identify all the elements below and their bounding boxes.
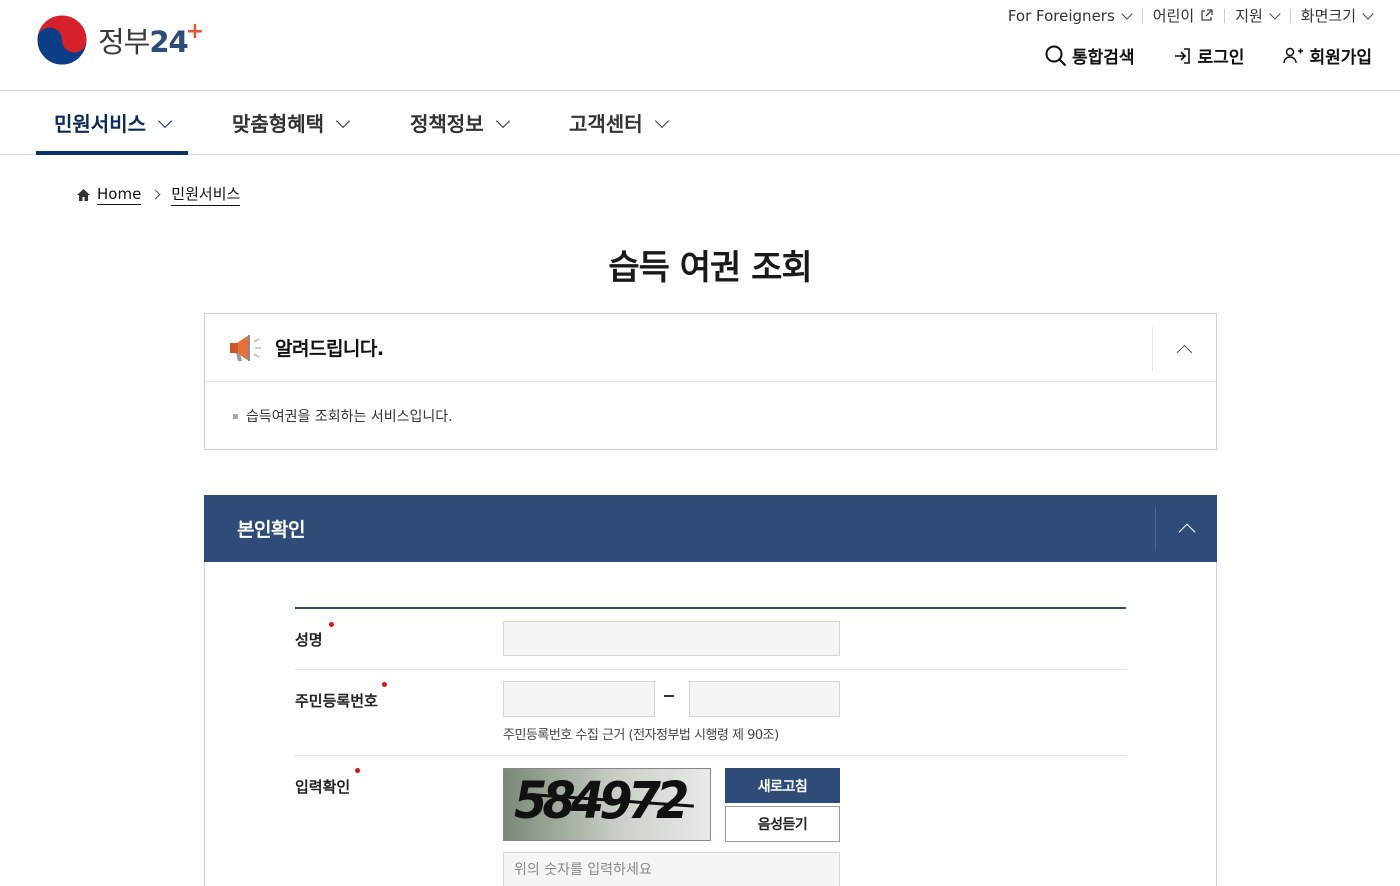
identity-collapse-button[interactable] <box>1155 507 1217 551</box>
identity-form: 성명 주민등록번호 주민등록번호 수집 근거 (전자정부법 시행령 제 90조)… <box>295 607 1126 886</box>
form-row-name: 성명 <box>295 609 1126 670</box>
chevron-down-icon <box>157 113 173 128</box>
logo-text: 정부24+ <box>98 19 204 59</box>
captcha-voice-button[interactable]: 음성듣기 <box>725 806 840 842</box>
login-label: 로그인 <box>1197 48 1245 68</box>
identity-title: 본인확인 <box>237 519 305 541</box>
utility-for-foreigners[interactable]: For Foreigners <box>997 7 1142 25</box>
integrated-search-button[interactable]: 통합검색 <box>1045 43 1135 68</box>
search-icon <box>1045 45 1067 66</box>
taegeuk-logo-icon <box>36 14 88 66</box>
rrn-back-input[interactable] <box>689 681 840 717</box>
breadcrumb: Home 민원서비스 <box>76 183 241 206</box>
gnb-custom-benefits[interactable]: 맞춤형혜택 <box>232 91 351 154</box>
gov24-logo[interactable]: 정부24+ <box>36 14 204 66</box>
notice-body: 습득여권을 조회하는 서비스입니다. <box>205 382 1216 426</box>
gnb-customer-center[interactable]: 고객센터 <box>569 91 669 154</box>
signup-button[interactable]: 회원가입 <box>1282 43 1372 68</box>
utility-kids[interactable]: 어린이 <box>1141 5 1224 26</box>
rrn-collection-basis: 주민등록번호 수집 근거 (전자정부법 시행령 제 90조) <box>503 728 779 743</box>
rrn-front-input[interactable] <box>503 681 655 717</box>
required-dot-icon <box>329 622 334 627</box>
notice-header: 알려드립니다. <box>205 314 1216 382</box>
bullet-icon <box>233 413 238 419</box>
add-user-icon <box>1283 47 1304 63</box>
captcha-input[interactable] <box>503 852 840 886</box>
required-dot-icon <box>382 682 387 687</box>
utility-menu: For Foreigners 어린이 지원 화면크기 <box>997 5 1374 26</box>
breadcrumb-home[interactable]: Home <box>97 185 142 205</box>
megaphone-icon <box>230 334 261 361</box>
captcha-label: 입력확인 <box>295 778 351 796</box>
utility-label: 화면크기 <box>1300 7 1356 25</box>
form-row-captcha: 입력확인 584972 새로고침 음성듣기 <box>295 756 1126 886</box>
gnb-label: 고객센터 <box>569 112 643 136</box>
utility-screen-size[interactable]: 화면크기 <box>1289 5 1374 26</box>
external-link-icon <box>1201 9 1213 21</box>
captcha-refresh-button[interactable]: 새로고침 <box>725 768 840 803</box>
gnb-label: 정책정보 <box>410 112 484 136</box>
required-dot-icon <box>355 768 360 773</box>
gnb-policy-info[interactable]: 정책정보 <box>410 91 510 154</box>
gnb-label: 맞춤형혜택 <box>232 112 324 136</box>
chevron-up-icon <box>1178 523 1195 541</box>
home-icon <box>77 188 90 201</box>
login-icon <box>1174 47 1190 64</box>
chevron-up-icon <box>1176 344 1193 360</box>
name-input[interactable] <box>503 621 840 656</box>
rrn-dash <box>664 695 674 697</box>
utility-label: 지원 <box>1235 7 1263 25</box>
form-row-rrn: 주민등록번호 주민등록번호 수집 근거 (전자정부법 시행령 제 90조) <box>295 670 1126 756</box>
chevron-down-icon <box>335 113 351 128</box>
site-header: 정부24+ For Foreigners 어린이 지원 화면크기 통합검색 로그… <box>0 0 1400 91</box>
captcha-image: 584972 <box>503 768 711 841</box>
main-navigation: 민원서비스 맞춤형혜택 정책정보 고객센터 <box>0 91 1400 155</box>
chevron-down-icon <box>1362 7 1374 20</box>
gnb-civil-service[interactable]: 민원서비스 <box>36 91 188 155</box>
identity-header: 본인확인 <box>204 495 1217 562</box>
signup-label: 회원가입 <box>1309 48 1372 68</box>
quick-menu: 통합검색 로그인 회원가입 <box>1007 43 1372 68</box>
breadcrumb-current[interactable]: 민원서비스 <box>171 183 241 206</box>
chevron-down-icon <box>1121 7 1133 20</box>
chevron-down-icon <box>495 113 510 128</box>
notice-title: 알려드립니다. <box>275 338 384 360</box>
chevron-down-icon <box>654 113 669 128</box>
page-title: 습득 여권 조회 <box>608 248 812 288</box>
notice-box: 알려드립니다. 습득여권을 조회하는 서비스입니다. <box>204 313 1217 450</box>
name-label: 성명 <box>295 631 323 649</box>
notice-text: 습득여권을 조회하는 서비스입니다. <box>246 409 453 425</box>
identity-verification-section: 본인확인 성명 주민등록번호 주민등록번호 수집 근거 (전자정부법 시행령 제… <box>204 495 1217 886</box>
search-label: 통합검색 <box>1071 48 1135 68</box>
login-button[interactable]: 로그인 <box>1173 43 1245 68</box>
chevron-down-icon <box>1269 7 1281 20</box>
gnb-label: 민원서비스 <box>54 112 146 136</box>
utility-support[interactable]: 지원 <box>1224 5 1290 26</box>
notice-collapse-button[interactable] <box>1152 327 1216 371</box>
rrn-label: 주민등록번호 <box>295 692 378 710</box>
chevron-right-icon <box>150 189 161 200</box>
utility-label: For Foreigners <box>1007 6 1115 25</box>
utility-label: 어린이 <box>1152 7 1195 25</box>
